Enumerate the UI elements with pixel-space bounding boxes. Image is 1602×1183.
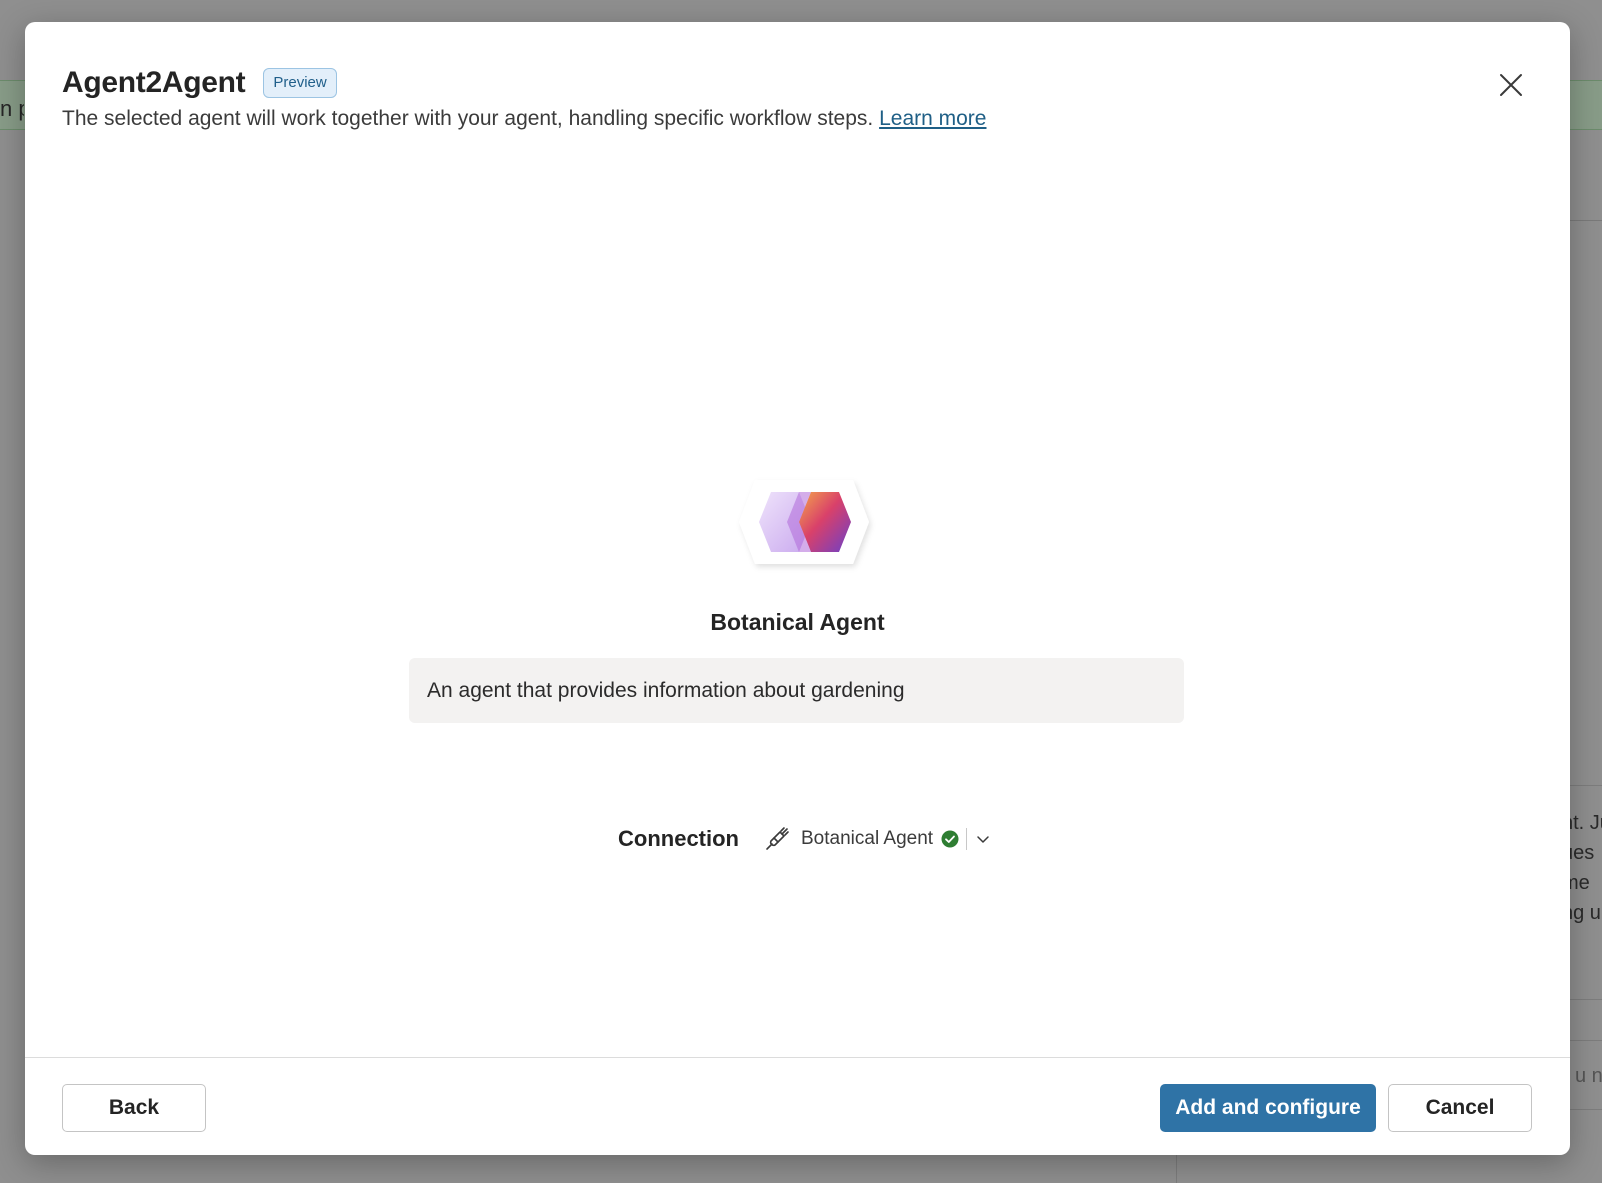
cancel-button[interactable]: Cancel bbox=[1388, 1084, 1532, 1132]
dialog-subtitle-text: The selected agent will work together wi… bbox=[62, 107, 874, 130]
background-chat-line: ues bbox=[1570, 842, 1595, 864]
add-and-configure-button[interactable]: Add and configure bbox=[1160, 1084, 1376, 1132]
agent-description: An agent that provides information about… bbox=[409, 658, 1184, 723]
close-button[interactable] bbox=[1493, 67, 1529, 103]
connection-label: Connection bbox=[618, 826, 739, 851]
background-banner-right bbox=[1570, 80, 1602, 130]
plug-icon bbox=[766, 827, 789, 850]
chevron-down-icon[interactable] bbox=[975, 831, 991, 847]
background-chat-line: ng u bbox=[1570, 902, 1601, 924]
connection-divider bbox=[966, 828, 968, 850]
dialog-title: Agent2Agent bbox=[62, 66, 246, 99]
copilot-studio-logo-icon bbox=[739, 480, 869, 564]
background-input-placeholder: u ne bbox=[1575, 1065, 1602, 1087]
background-chat-line: nt. Ju bbox=[1570, 812, 1602, 834]
agent-description-text: An agent that provides information about… bbox=[427, 678, 905, 702]
connection-select-value[interactable]: Botanical Agent bbox=[801, 828, 933, 850]
preview-badge: Preview bbox=[263, 68, 337, 98]
background-divider bbox=[1570, 220, 1602, 221]
footer-divider bbox=[25, 1057, 1570, 1058]
background-chat-card: nt. Ju ues me ng u bbox=[1570, 785, 1602, 1000]
back-button[interactable]: Back bbox=[62, 1084, 206, 1132]
check-circle-icon bbox=[941, 830, 959, 848]
dialog-subtitle: The selected agent will work together wi… bbox=[62, 107, 986, 131]
connection-row: Connection Botanical Agent bbox=[618, 822, 991, 856]
background-text-fragment: n pr bbox=[0, 96, 24, 121]
learn-more-link[interactable]: Learn more bbox=[879, 107, 986, 130]
dialog-header: Agent2Agent Preview bbox=[62, 66, 337, 100]
agent2agent-dialog: Agent2Agent Preview The selected agent w… bbox=[25, 22, 1570, 1155]
close-icon bbox=[1500, 74, 1522, 96]
background-chat-line: me bbox=[1570, 872, 1590, 894]
agent-name: Botanical Agent bbox=[710, 609, 885, 635]
